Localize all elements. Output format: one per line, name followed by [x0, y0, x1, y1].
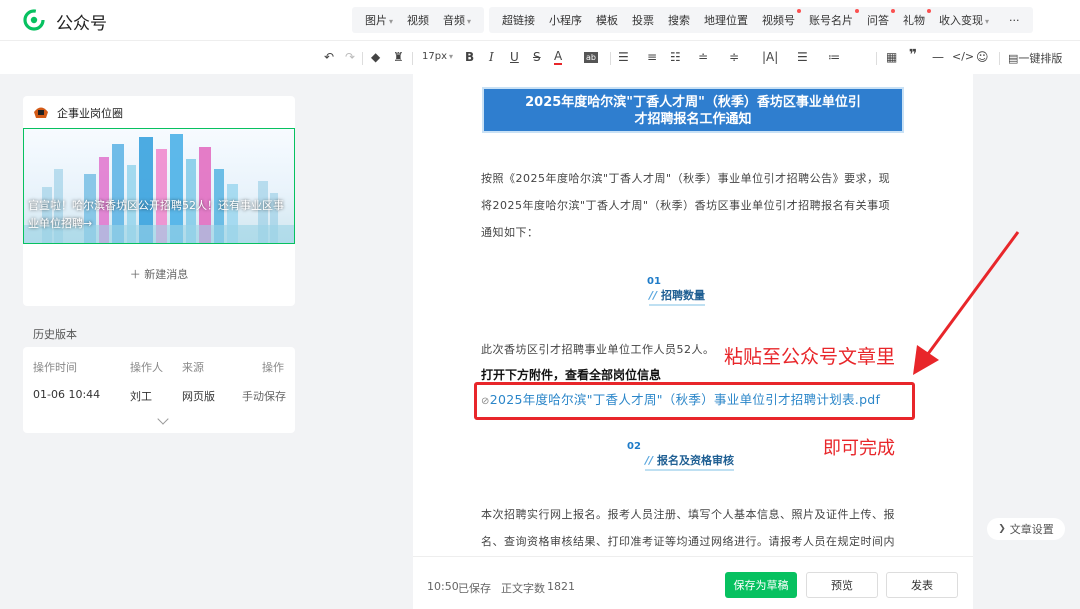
paragraph-spacing-icon[interactable]: ≐ [698, 50, 708, 64]
editor-footer: 10:50 已保存 正文字数 1821 保存为草稿 预览 发表 [413, 556, 973, 609]
new-badge-dot [797, 9, 801, 13]
background-color-icon[interactable]: ab [584, 52, 598, 63]
draft-card: 企事业岗位圈 官宣啦！哈尔滨香坊区公开招聘52人！还有事业区事业单位招聘→ ＋ … [23, 96, 295, 306]
one-click-layout-button[interactable]: ▤一键排版 [1008, 50, 1062, 66]
insert-menu-item[interactable]: 投票 [625, 12, 661, 28]
insert-menu-item[interactable]: 账号名片 [802, 9, 860, 28]
top-bar: 公众号 图片 ▾ 视频 音频 ▾ 超链接 小程序 模板 投票 搜索 地理位置 视频号 账号名片 问答… [0, 0, 1080, 40]
insert-menu-item[interactable]: 问答 [860, 9, 896, 28]
insert-video-button[interactable]: 视频 [400, 12, 436, 28]
new-badge-dot [855, 9, 859, 13]
article-editor[interactable]: 2025年度哈尔滨"丁香人才周"（秋季）香坊区事业单位引 才招聘报名工作通知 按… [413, 74, 973, 556]
wechat-official-logo-icon [23, 9, 45, 31]
insert-menu-item[interactable]: 模板 [589, 12, 625, 28]
redo-icon[interactable]: ↷ [345, 50, 355, 64]
bold-icon[interactable]: B [465, 50, 474, 64]
history-header-time: 操作时间 [33, 361, 77, 374]
annotation-done: 即可完成 [823, 438, 895, 459]
divider-style-icon[interactable]: ≔ [828, 50, 840, 64]
history-row-operator: 刘工 [130, 390, 152, 403]
section-title-1: //招聘数量 [649, 287, 706, 306]
emoji-icon[interactable]: ☺ [976, 50, 989, 64]
insert-image-button[interactable]: 图片 ▾ [358, 12, 400, 28]
history-row-time: 01-06 10:44 [33, 388, 101, 401]
section-number-2: 02 [627, 441, 641, 452]
attachment-instruction: 打开下方附件，查看全部岗位信息 [481, 368, 662, 382]
section-2-paragraph: 本次招聘实行网上报名。报考人员注册、填写个人基本信息、照片及证件上传、报 名、查… [481, 508, 895, 548]
insert-menu-item[interactable]: 搜索 [661, 12, 697, 28]
quote-icon[interactable]: ❞ [909, 47, 917, 63]
attachment-highlight-box [474, 382, 915, 420]
history-panel: 操作时间 操作人 来源 操作 01-06 10:44 刘工 网页版 手动保存 [23, 347, 295, 433]
history-header-operator: 操作人 [130, 361, 163, 374]
letter-spacing-icon[interactable]: ≑ [729, 50, 739, 64]
annotation-paste: 粘贴至公众号文章里 [724, 346, 896, 368]
align-icon[interactable]: ☰ [618, 50, 629, 64]
text-direction-icon[interactable]: |A| [762, 50, 778, 64]
italic-icon[interactable]: I [489, 50, 494, 64]
account-avatar-icon [34, 107, 48, 118]
history-header-action: 操作 [262, 361, 284, 374]
new-badge-dot [891, 9, 895, 13]
insert-menu-item[interactable]: 小程序 [542, 12, 589, 28]
article-settings-button[interactable]: ❯ 文章设置 [987, 518, 1065, 540]
publish-button[interactable]: 发表 [886, 572, 958, 598]
content-insert-group: 超链接 小程序 模板 投票 搜索 地理位置 视频号 账号名片 问答 礼物 收入变现 ▾ ··· [489, 7, 1033, 33]
insert-audio-button[interactable]: 音频 ▾ [436, 12, 478, 28]
account-name: 企事业岗位圈 [57, 107, 123, 120]
preview-button[interactable]: 预览 [806, 572, 878, 598]
section-title-2: //报名及资格审核 [645, 452, 735, 471]
font-color-icon[interactable]: A [554, 50, 563, 65]
section-number-1: 01 [647, 276, 661, 287]
format-toolbar: ↶ ↷ ◆ ♜ 17px ▾ B I U S A ab ☰ ≡ ☷ ≐ ≑ |A|… [0, 40, 1080, 74]
save-time: 10:50 [427, 580, 459, 593]
insert-menu-item[interactable]: 视频号 [755, 9, 802, 28]
underline-icon[interactable]: U [510, 50, 519, 64]
insert-menu-item[interactable]: 收入变现 ▾ [932, 12, 996, 28]
format-painter-icon[interactable]: ♜ [393, 50, 404, 64]
new-badge-dot [927, 9, 931, 13]
eraser-icon[interactable]: ◆ [371, 50, 380, 64]
history-title: 历史版本 [33, 328, 77, 341]
new-message-button[interactable]: ＋ 新建消息 [23, 266, 295, 282]
undo-icon[interactable]: ↶ [324, 50, 334, 64]
more-options-icon[interactable]: ··· [1002, 14, 1027, 27]
save-draft-button[interactable]: 保存为草稿 [725, 572, 797, 598]
media-insert-group: 图片 ▾ 视频 音频 ▾ [352, 7, 485, 33]
history-header-source: 来源 [182, 361, 204, 374]
app-name: 公众号 [56, 14, 107, 34]
code-icon[interactable]: </> [952, 50, 974, 63]
word-count-label: 正文字数 [501, 582, 545, 595]
draft-cover-image[interactable]: 官宣啦！哈尔滨香坊区公开招聘52人！还有事业区事业单位招聘→ [23, 128, 295, 244]
list-icon[interactable]: ☰ [797, 50, 808, 64]
font-size-select[interactable]: 17px ▾ [422, 51, 453, 62]
chevron-down-icon: ❯ [998, 524, 1006, 534]
insert-menu-item[interactable]: 礼物 [896, 9, 932, 28]
line-spacing-icon[interactable]: ☷ [670, 50, 681, 64]
horizontal-rule-icon[interactable]: — [932, 50, 944, 64]
save-status: 已保存 [458, 582, 491, 595]
table-icon[interactable]: ▦ [886, 50, 897, 64]
insert-menu-item[interactable]: 地理位置 [697, 12, 755, 28]
strikethrough-icon[interactable]: S [533, 50, 541, 64]
indent-icon[interactable]: ≡ [647, 50, 657, 64]
insert-menu-item[interactable]: 超链接 [495, 12, 542, 28]
chevron-down-icon[interactable] [157, 413, 169, 425]
word-count: 1821 [547, 580, 575, 593]
draft-title: 官宣啦！哈尔滨香坊区公开招聘52人！还有事业区事业单位招聘→ [28, 199, 284, 230]
history-row-action: 手动保存 [242, 390, 286, 403]
intro-paragraph: 按照《2025年度哈尔滨"丁香人才周"（秋季）事业单位引才招聘公告》要求，现 将… [481, 172, 891, 239]
article-headline: 2025年度哈尔滨"丁香人才周"（秋季）香坊区事业单位引 才招聘报名工作通知 [482, 87, 904, 133]
history-row-source: 网页版 [182, 390, 215, 403]
